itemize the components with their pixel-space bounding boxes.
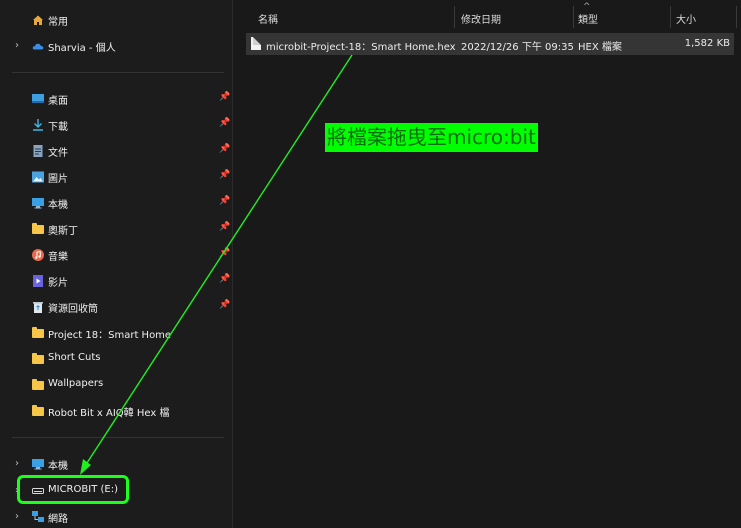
drag-arrow <box>80 54 353 475</box>
